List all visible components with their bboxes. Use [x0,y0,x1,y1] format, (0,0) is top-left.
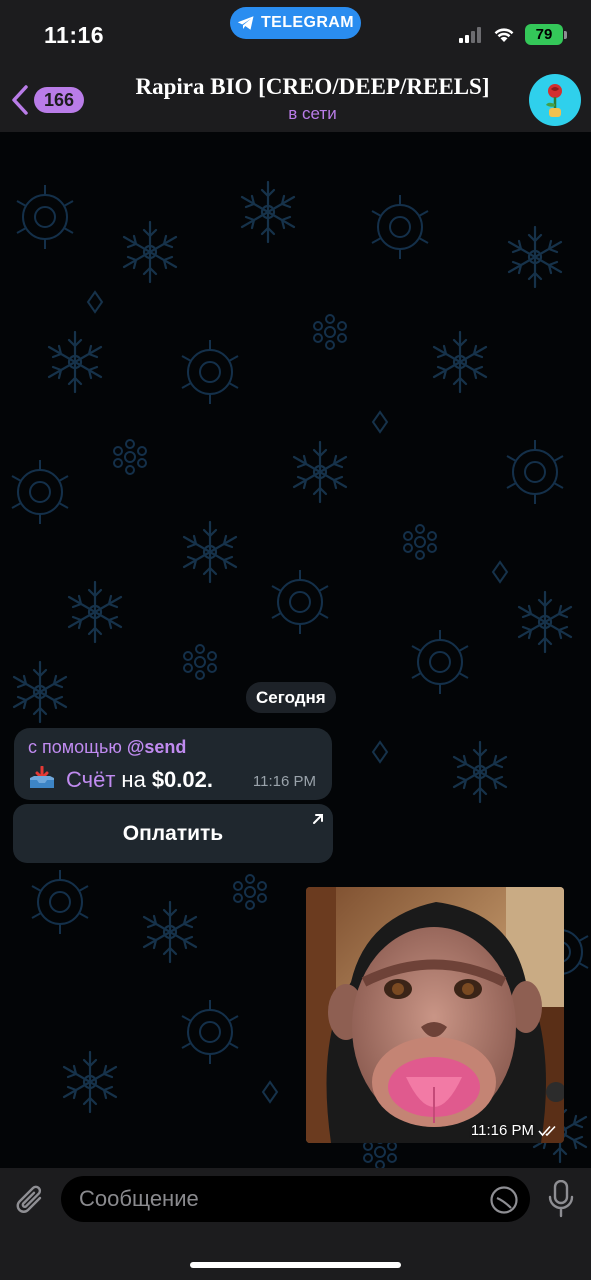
double-check-read-icon [538,1125,556,1136]
sticker-icon[interactable] [489,1185,519,1215]
photo-message-time-row: 11:16 PM [471,1122,558,1139]
status-bar: 11:16 TELEGRAM 79 [0,0,591,62]
photo-message[interactable]: 11:16 PM [306,887,564,1143]
invoice-amount: $0.02. [151,767,213,792]
invoice-word: Счёт [66,767,116,792]
chat-area[interactable]: Сегодня с помощью @send Счёт на $0.02. 1… [0,132,591,1168]
microphone-icon[interactable] [548,1180,574,1218]
photo-message-time: 11:16 PM [470,1122,534,1139]
via-bot-link[interactable]: @send [127,737,187,757]
external-link-arrow-icon [313,814,323,824]
chat-title[interactable]: Rapira BIO [CREO/DEEP/REELS] [100,74,525,100]
invoice-on-word: на [121,767,146,792]
home-indicator [190,1262,401,1268]
paperclip-icon[interactable] [14,1182,48,1218]
chat-header: 166 Rapira BIO [CREO/DEEP/REELS] в сети [0,62,591,132]
invoice-message-bubble[interactable]: с помощью @send Счёт на $0.02. 11:16 PM [14,728,332,800]
chimpanzee-photo [306,887,564,1143]
invoice-message-time: 11:16 PM [252,773,316,790]
battery-tip [564,30,567,39]
telegram-icon [237,16,254,30]
pay-button[interactable]: Оплатить [13,804,333,863]
battery-indicator: 79 [525,24,563,45]
message-input[interactable] [61,1176,530,1222]
back-button[interactable]: 166 [10,84,85,116]
chat-avatar[interactable] [529,74,581,126]
wifi-icon [494,28,514,42]
pay-button-label: Оплатить [122,821,224,845]
chevron-left-icon [12,85,28,115]
message-input-bar [0,1168,591,1280]
inbox-tray-icon [30,766,54,788]
status-time: 11:16 [44,22,105,48]
via-prefix: с помощью [28,737,122,757]
telegram-pill[interactable]: TELEGRAM [230,7,361,39]
rose-flower-icon [546,84,562,117]
date-separator: Сегодня [246,682,336,713]
telegram-pill-label: TELEGRAM [261,14,354,31]
unread-count-badge: 166 [34,87,85,113]
invoice-text-line: Счёт на $0.02. [28,763,213,793]
via-bot-line: с помощью @send [28,737,318,758]
cellular-signal-icon [459,26,481,43]
chat-online-status: в сети [288,104,337,123]
